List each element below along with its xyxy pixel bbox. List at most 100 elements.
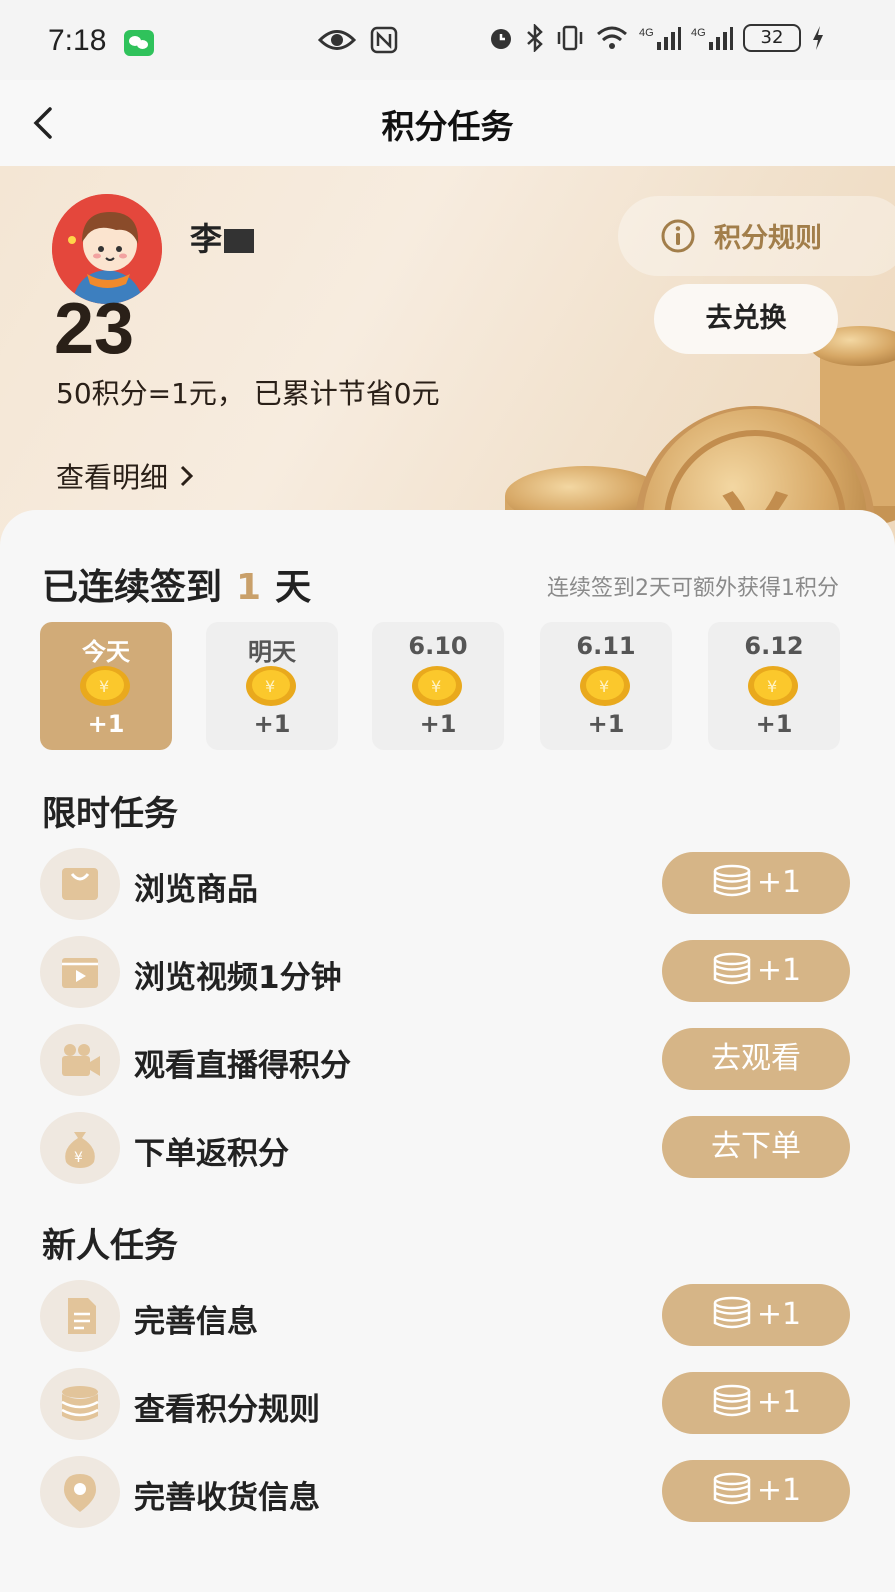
coin-stack-icon xyxy=(713,1384,751,1417)
task-claim-button[interactable]: +1 xyxy=(662,1460,850,1522)
task-browse-goods: 浏览商品 +1 xyxy=(40,848,850,924)
points-hero: 兑 李 积分规则 23 去兑换 50积分=1元， 已累计节省0元 查看明细 xyxy=(0,166,895,546)
task-claim-button[interactable]: +1 xyxy=(662,852,850,914)
coin-icon: ¥ xyxy=(580,666,630,706)
battery-level: 32 xyxy=(743,24,801,52)
go-watch-button[interactable]: 去观看 xyxy=(662,1028,850,1090)
coin-icon: ¥ xyxy=(80,666,130,706)
checkin-title-prefix: 已连续签到 xyxy=(42,567,223,608)
coin-stack-icon xyxy=(713,952,751,985)
day-label: 明天 xyxy=(248,638,296,666)
task-watch-video: 浏览视频1分钟 +1 xyxy=(40,936,850,1012)
checkin-streak-days: 1 xyxy=(236,567,262,608)
day-reward: +1 xyxy=(587,710,625,738)
task-claim-button[interactable]: +1 xyxy=(662,940,850,1002)
signal-4g-icon-2: 4G xyxy=(691,27,733,50)
day-label: 6.11 xyxy=(576,632,636,660)
task-label: 观看直播得积分 xyxy=(134,1048,351,1084)
checkin-day-4[interactable]: 6.11 ¥ +1 xyxy=(540,622,672,750)
video-icon xyxy=(40,936,120,1008)
exchange-button[interactable]: 去兑换 xyxy=(654,284,838,354)
signal-4g-icon: 4G xyxy=(639,27,681,50)
checkin-day-today[interactable]: 今天 ¥ +1 xyxy=(40,622,172,750)
coin-stack-icon xyxy=(713,1296,751,1329)
bag-icon xyxy=(40,848,120,920)
coin-stack-icon xyxy=(713,1472,751,1505)
nav-bar: 积分任务 xyxy=(0,80,895,166)
tasks-card: 已连续签到 1 天 连续签到2天可额外获得1积分 今天 ¥ +1 明天 ¥ +1 6… xyxy=(0,510,895,1592)
page-title: 积分任务 xyxy=(381,107,514,146)
coin-stack-icon xyxy=(40,1368,120,1440)
nfc-icon xyxy=(370,26,398,54)
chevron-right-icon xyxy=(180,465,194,487)
info-icon xyxy=(661,219,695,253)
view-details-label: 查看明细 xyxy=(56,461,169,494)
location-pin-icon xyxy=(40,1456,120,1528)
task-order-points: ¥ 下单返积分 去下单 xyxy=(40,1112,850,1188)
svg-text:¥: ¥ xyxy=(99,677,109,696)
wechat-icon xyxy=(124,30,154,56)
wifi-icon xyxy=(597,26,627,49)
checkin-title: 已连续签到 1 天 xyxy=(42,558,311,610)
name-redaction xyxy=(224,229,255,253)
task-label: 完善收货信息 xyxy=(134,1480,320,1516)
svg-text:¥: ¥ xyxy=(265,677,275,696)
task-view-points-rules: 查看积分规则 +1 xyxy=(40,1368,850,1444)
bluetooth-icon xyxy=(527,24,543,52)
task-button-label: +1 xyxy=(756,865,802,900)
task-complete-shipping: 完善收货信息 +1 xyxy=(40,1456,850,1532)
limited-tasks-title: 限时任务 xyxy=(42,794,178,834)
task-complete-profile: 完善信息 +1 xyxy=(40,1280,850,1356)
points-rules-label: 积分规则 xyxy=(714,223,822,254)
day-reward: +1 xyxy=(87,710,125,738)
day-label: 今天 xyxy=(82,638,130,666)
task-button-label: +1 xyxy=(756,953,802,988)
user-name-text: 李 xyxy=(190,220,223,258)
day-label: 6.12 xyxy=(744,632,804,660)
coin-icon: ¥ xyxy=(748,666,798,706)
task-label: 完善信息 xyxy=(134,1304,258,1340)
svg-text:¥: ¥ xyxy=(767,677,777,696)
checkin-days: 今天 ¥ +1 明天 ¥ +1 6.10 ¥ +1 6.11 ¥ +1 6.12… xyxy=(40,622,840,752)
vibrate-icon xyxy=(557,25,583,51)
charging-icon xyxy=(813,26,823,50)
task-claim-button[interactable]: +1 xyxy=(662,1284,850,1346)
task-label: 浏览视频1分钟 xyxy=(134,960,342,996)
alarm-icon xyxy=(491,29,511,49)
user-name: 李 xyxy=(190,214,255,260)
coin-icon: ¥ xyxy=(412,666,462,706)
checkin-day-5[interactable]: 6.12 ¥ +1 xyxy=(708,622,840,750)
coin-icon: ¥ xyxy=(246,666,296,706)
status-time: 7:18 xyxy=(48,24,107,57)
checkin-day-3[interactable]: 6.10 ¥ +1 xyxy=(372,622,504,750)
svg-text:¥: ¥ xyxy=(74,1150,83,1166)
money-bag-icon: ¥ xyxy=(40,1112,120,1184)
svg-text:4G: 4G xyxy=(691,27,706,39)
task-label: 查看积分规则 xyxy=(134,1392,320,1428)
points-rate-text: 50积分=1元， 已累计节省0元 xyxy=(56,377,440,410)
task-claim-button[interactable]: +1 xyxy=(662,1372,850,1434)
go-order-button[interactable]: 去下单 xyxy=(662,1116,850,1178)
coin-stack-icon xyxy=(713,864,751,897)
task-label: 浏览商品 xyxy=(134,872,258,908)
new-user-tasks-title: 新人任务 xyxy=(42,1226,178,1266)
task-button-label: +1 xyxy=(756,1385,802,1420)
task-button-label: +1 xyxy=(756,1473,802,1508)
day-label: 6.10 xyxy=(408,632,468,660)
status-bar: 7:18 4G 4G 32 xyxy=(0,0,895,80)
svg-text:4G: 4G xyxy=(639,27,654,39)
checkin-tip: 连续签到2天可额外获得1积分 xyxy=(547,576,839,601)
svg-text:¥: ¥ xyxy=(431,677,441,696)
checkin-title-suffix: 天 xyxy=(275,567,312,608)
points-rules-button[interactable]: 积分规则 xyxy=(618,196,895,276)
day-reward: +1 xyxy=(419,710,457,738)
task-watch-live: 观看直播得积分 去观看 xyxy=(40,1024,850,1100)
points-balance: 23 xyxy=(54,289,135,369)
checkin-day-tomorrow[interactable]: 明天 ¥ +1 xyxy=(206,622,338,750)
day-reward: +1 xyxy=(755,710,793,738)
view-details-link[interactable]: 查看明细 xyxy=(56,456,196,496)
task-button-label: +1 xyxy=(756,1297,802,1332)
camera-icon xyxy=(40,1024,120,1096)
document-icon xyxy=(40,1280,120,1352)
day-reward: +1 xyxy=(253,710,291,738)
